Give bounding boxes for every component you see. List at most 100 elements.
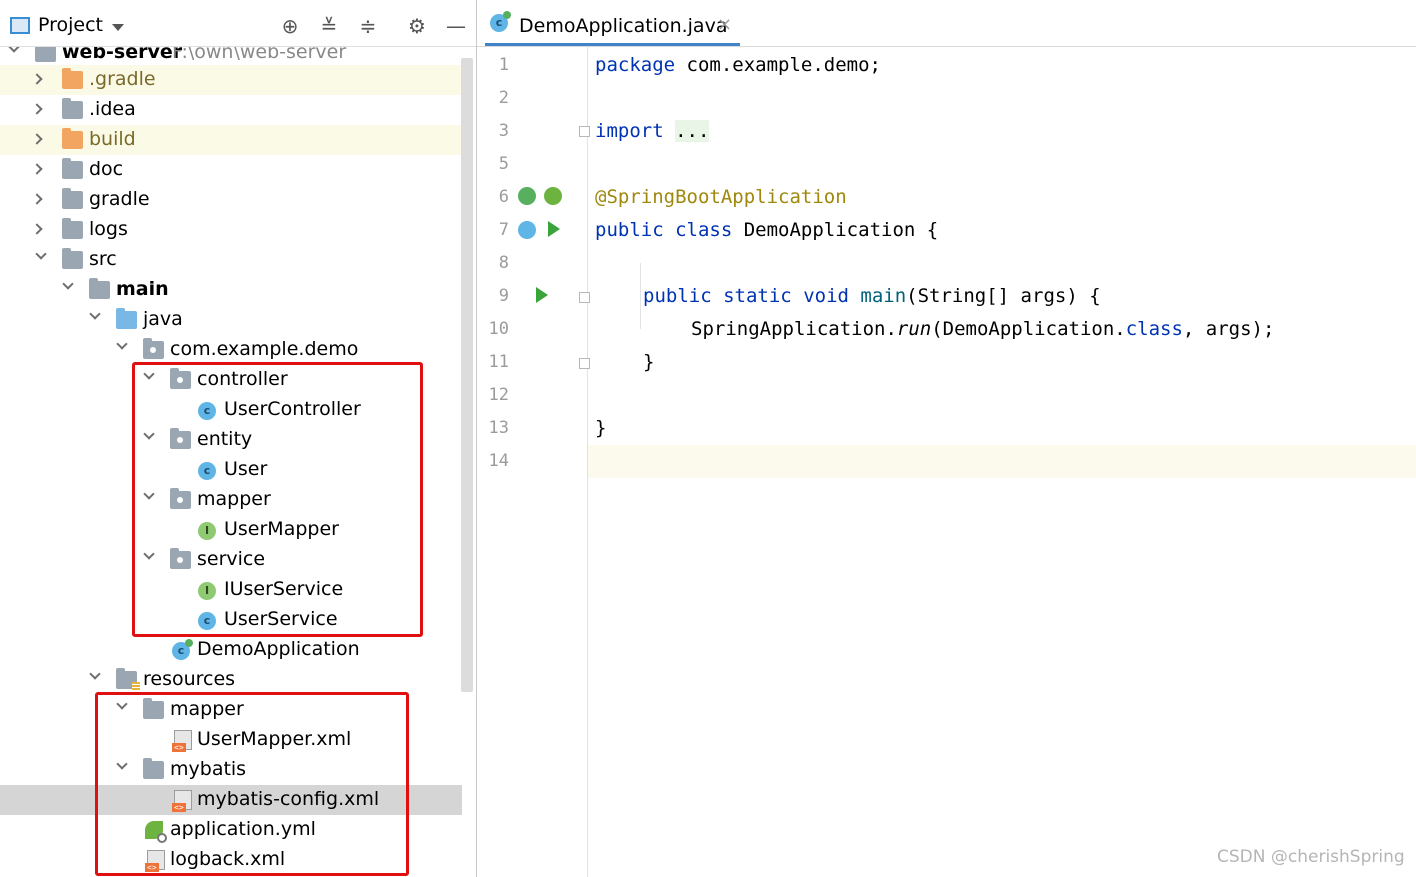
tree-row-logs[interactable]: logs xyxy=(0,215,462,245)
method-call: run xyxy=(896,318,932,340)
tree-row-java[interactable]: java xyxy=(0,305,462,335)
tree-row-demo-application[interactable]: c DemoApplication xyxy=(0,635,462,665)
code-line-10: SpringApplication.run(DemoApplication.cl… xyxy=(691,313,1274,346)
run-icon[interactable] xyxy=(536,287,548,303)
code-line-7: public class DemoApplication { xyxy=(595,214,938,247)
tree-label: UserService xyxy=(224,608,338,630)
tree-row-mapper-pkg[interactable]: mapper xyxy=(0,485,462,515)
folder-icon xyxy=(143,758,164,779)
tree-row-user-mapper-xml[interactable]: UserMapper.xml xyxy=(0,725,462,755)
chevron-right-icon[interactable] xyxy=(31,163,43,175)
tree-row-service[interactable]: service xyxy=(0,545,462,575)
keyword: import xyxy=(595,120,664,142)
spring-config-icon[interactable] xyxy=(544,187,562,205)
line-number: 10 xyxy=(488,319,509,339)
tree-label: User xyxy=(224,458,268,480)
folder-icon xyxy=(62,98,83,119)
code-text: com.example.demo; xyxy=(675,54,881,76)
tree-row-entity[interactable]: entity xyxy=(0,425,462,455)
tree-label: controller xyxy=(197,368,288,390)
tree-row-user-mapper[interactable]: I UserMapper xyxy=(0,515,462,545)
chevron-right-icon[interactable] xyxy=(31,103,43,115)
locate-icon[interactable]: ⊕ xyxy=(278,14,302,38)
chevron-right-icon[interactable] xyxy=(31,223,43,235)
chevron-right-icon[interactable] xyxy=(31,73,43,85)
tree-row-logback-xml[interactable]: logback.xml xyxy=(0,845,462,875)
tree-row-build[interactable]: build xyxy=(0,125,462,155)
tree-row-user-service[interactable]: c UserService xyxy=(0,605,462,635)
chevron-down-icon[interactable] xyxy=(143,428,155,440)
expand-all-icon[interactable]: ≚ xyxy=(317,14,341,38)
tab-label: DemoApplication.java xyxy=(519,15,728,37)
chevron-right-icon[interactable] xyxy=(31,133,43,145)
folder-icon xyxy=(62,158,83,179)
tree-row-main[interactable]: main xyxy=(0,275,462,305)
fold-marker-icon[interactable] xyxy=(579,126,590,137)
tree-label: entity xyxy=(197,428,253,450)
code-line-1: package com.example.demo; xyxy=(595,49,881,82)
tree-row-iuser-service[interactable]: I IUserService xyxy=(0,575,462,605)
tree-row-application-yml[interactable]: application.yml xyxy=(0,815,462,845)
tree-label: logs xyxy=(89,218,128,240)
code-area[interactable]: package com.example.demo; import ... @Sp… xyxy=(595,47,1416,877)
project-scrollbar[interactable] xyxy=(461,58,473,692)
interface-icon: I xyxy=(198,522,216,540)
fold-marker-icon[interactable] xyxy=(579,358,590,369)
tree-row-mybatis-config-xml[interactable]: mybatis-config.xml xyxy=(0,785,462,815)
xml-file-icon xyxy=(172,730,192,752)
code-line-13: } xyxy=(595,412,606,445)
tree-row-src[interactable]: src xyxy=(0,245,462,275)
collapse-all-icon[interactable]: ≑ xyxy=(356,14,380,38)
tree-label: mapper xyxy=(170,698,244,720)
chevron-down-icon[interactable] xyxy=(116,758,128,770)
chevron-down-icon[interactable] xyxy=(62,278,74,290)
minimize-icon[interactable]: — xyxy=(444,14,468,38)
chevron-down-icon[interactable] xyxy=(143,368,155,380)
folded-imports[interactable]: ... xyxy=(675,120,710,142)
project-panel-title[interactable]: Project xyxy=(38,14,103,36)
tab-demo-application[interactable]: c DemoApplication.java × xyxy=(485,8,740,46)
xml-file-icon xyxy=(172,790,192,812)
spring-boot-class-icon[interactable] xyxy=(518,221,536,239)
tree-row-gradle[interactable]: gradle xyxy=(0,185,462,215)
code-line-3: import ... xyxy=(595,115,710,148)
chevron-down-icon[interactable] xyxy=(89,668,101,680)
chevron-down-icon[interactable] xyxy=(89,308,101,320)
code-line-11: } xyxy=(643,346,654,379)
keyword: class xyxy=(675,219,733,241)
tree-row-user[interactable]: c User xyxy=(0,455,462,485)
chevron-down-icon[interactable] xyxy=(143,488,155,500)
tree-row-package-root[interactable]: com.example.demo xyxy=(0,335,462,365)
chevron-down-icon[interactable] xyxy=(35,248,47,260)
line-number: 1 xyxy=(498,55,509,75)
spring-yml-icon xyxy=(145,821,167,843)
tree-row-mapper-dir[interactable]: mapper xyxy=(0,695,462,725)
line-number: 9 xyxy=(498,286,509,306)
tree-label: resources xyxy=(143,668,236,690)
spring-bean-icon[interactable] xyxy=(518,187,536,205)
keyword: public xyxy=(595,219,664,241)
chevron-down-icon[interactable] xyxy=(112,24,124,31)
tree-row-gradle-cache[interactable]: .gradle xyxy=(0,65,462,95)
tree-label: mybatis xyxy=(170,758,247,780)
keyword: package xyxy=(595,54,676,76)
gear-icon[interactable]: ⚙ xyxy=(405,14,429,38)
chevron-down-icon[interactable] xyxy=(116,338,128,350)
editor-pane: c DemoApplication.java × 1 2 3 5 6 7 8 9… xyxy=(477,0,1416,877)
chevron-right-icon[interactable] xyxy=(31,193,43,205)
close-icon[interactable]: × xyxy=(717,14,732,35)
chevron-down-icon[interactable] xyxy=(116,698,128,710)
spring-boot-class-icon: c xyxy=(172,639,193,660)
tree-row-idea[interactable]: .idea xyxy=(0,95,462,125)
code-text: (String[] args) { xyxy=(906,285,1101,307)
tree-row-resources[interactable]: resources xyxy=(0,665,462,695)
tree-row-controller[interactable]: controller xyxy=(0,365,462,395)
fold-marker-icon[interactable] xyxy=(579,292,590,303)
chevron-down-icon[interactable] xyxy=(143,548,155,560)
tree-row-user-controller[interactable]: c UserController xyxy=(0,395,462,425)
line-number: 14 xyxy=(488,451,509,471)
package-icon xyxy=(170,368,191,389)
tree-row-mybatis[interactable]: mybatis xyxy=(0,755,462,785)
run-icon[interactable] xyxy=(548,221,560,237)
tree-row-doc[interactable]: doc xyxy=(0,155,462,185)
